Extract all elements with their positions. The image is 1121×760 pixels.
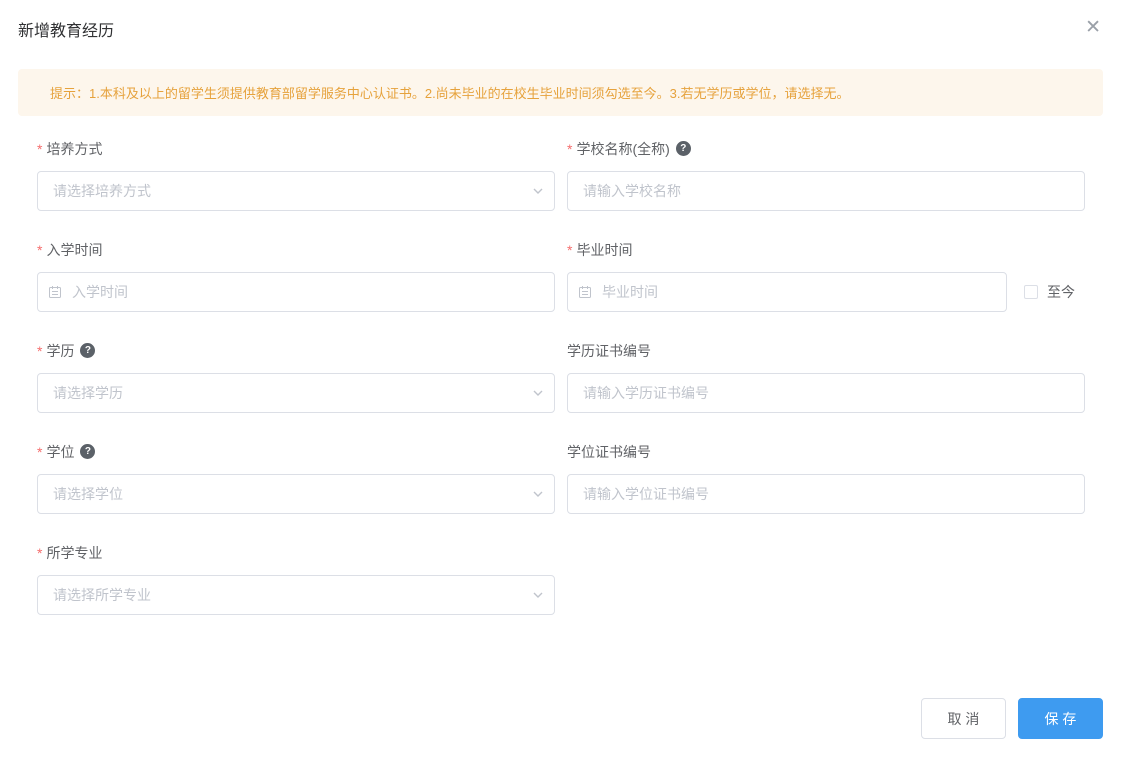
- close-icon[interactable]: ✕: [1085, 18, 1101, 37]
- tip-banner: 提示：1.本科及以上的留学生须提供教育部留学服务中心认证书。2.尚未毕业的在校生…: [18, 69, 1103, 116]
- field-label: 学历证书编号: [567, 342, 651, 359]
- field-label: 学历: [46, 342, 75, 359]
- school-name-control[interactable]: [567, 171, 1085, 211]
- dialog-title: 新增教育经历: [18, 23, 115, 40]
- form-row-4: * 学位 ? 学位证书编号: [37, 442, 1085, 514]
- calendar-icon: [48, 272, 62, 312]
- field-label: 入学时间: [46, 241, 103, 258]
- form-row-5: * 所学专业: [37, 543, 1085, 615]
- education-cert-no-input[interactable]: [567, 373, 1085, 413]
- field-graduate-date: * 毕业时间 至今: [567, 240, 1085, 312]
- required-asterisk: *: [37, 544, 43, 561]
- degree-cert-no-input[interactable]: [567, 474, 1085, 514]
- field-label: 学校名称(全称): [576, 140, 670, 157]
- graduate-date-picker[interactable]: [567, 272, 1007, 312]
- field-degree: * 学位 ?: [37, 442, 555, 514]
- major-select[interactable]: [37, 575, 555, 615]
- field-school-name: * 学校名称(全称) ?: [567, 139, 1085, 211]
- field-major: * 所学专业: [37, 543, 555, 615]
- school-name-input[interactable]: [567, 171, 1085, 211]
- field-enroll-date: * 入学时间: [37, 240, 555, 312]
- checkbox-icon[interactable]: [1024, 285, 1038, 299]
- education-level-input[interactable]: [37, 373, 555, 413]
- required-asterisk: *: [37, 241, 43, 258]
- field-label: 培养方式: [46, 140, 103, 157]
- help-icon[interactable]: ?: [675, 141, 691, 156]
- degree-select[interactable]: [37, 474, 555, 514]
- training-method-select[interactable]: [37, 171, 555, 211]
- major-input[interactable]: [37, 575, 555, 615]
- field-education-cert-no: 学历证书编号: [567, 341, 1085, 413]
- add-education-dialog: 新增教育经历 ✕ 提示：1.本科及以上的留学生须提供教育部留学服务中心认证书。2…: [0, 0, 1121, 760]
- required-asterisk: *: [567, 140, 573, 157]
- required-asterisk: *: [37, 140, 43, 157]
- field-degree-cert-no: 学位证书编号: [567, 442, 1085, 514]
- field-education-level: * 学历 ?: [37, 341, 555, 413]
- degree-input[interactable]: [37, 474, 555, 514]
- save-button[interactable]: 保 存: [1018, 698, 1103, 739]
- checkbox-label: 至今: [1047, 284, 1075, 300]
- education-form: * 培养方式 * 学校名称(全称) ?: [37, 139, 1085, 644]
- training-method-input[interactable]: [37, 171, 555, 211]
- education-level-select[interactable]: [37, 373, 555, 413]
- field-training-method: * 培养方式: [37, 139, 555, 211]
- form-row-3: * 学历 ? 学历证书编号: [37, 341, 1085, 413]
- field-label: 所学专业: [46, 544, 103, 561]
- calendar-icon: [578, 272, 592, 312]
- graduate-date-input[interactable]: [567, 272, 1007, 312]
- cancel-button[interactable]: 取 消: [921, 698, 1006, 739]
- enroll-date-picker[interactable]: [37, 272, 555, 312]
- dialog-footer: 取 消 保 存: [921, 698, 1103, 739]
- help-icon[interactable]: ?: [80, 343, 96, 358]
- help-icon[interactable]: ?: [80, 444, 96, 459]
- degree-cert-no-control[interactable]: [567, 474, 1085, 514]
- tip-banner-text: 提示：1.本科及以上的留学生须提供教育部留学服务中心认证书。2.尚未毕业的在校生…: [50, 86, 850, 101]
- field-label: 学位: [46, 443, 75, 460]
- required-asterisk: *: [37, 443, 43, 460]
- form-row-2: * 入学时间 * 毕业时间: [37, 240, 1085, 312]
- chevron-down-icon: [532, 575, 544, 615]
- field-label: 毕业时间: [576, 241, 633, 258]
- chevron-down-icon: [532, 171, 544, 211]
- field-label: 学位证书编号: [567, 443, 651, 460]
- required-asterisk: *: [37, 342, 43, 359]
- education-cert-no-control[interactable]: [567, 373, 1085, 413]
- chevron-down-icon: [532, 373, 544, 413]
- enroll-date-input[interactable]: [37, 272, 555, 312]
- required-asterisk: *: [567, 241, 573, 258]
- chevron-down-icon: [532, 474, 544, 514]
- form-row-1: * 培养方式 * 学校名称(全称) ?: [37, 139, 1085, 211]
- to-present-checkbox[interactable]: 至今: [1024, 282, 1075, 302]
